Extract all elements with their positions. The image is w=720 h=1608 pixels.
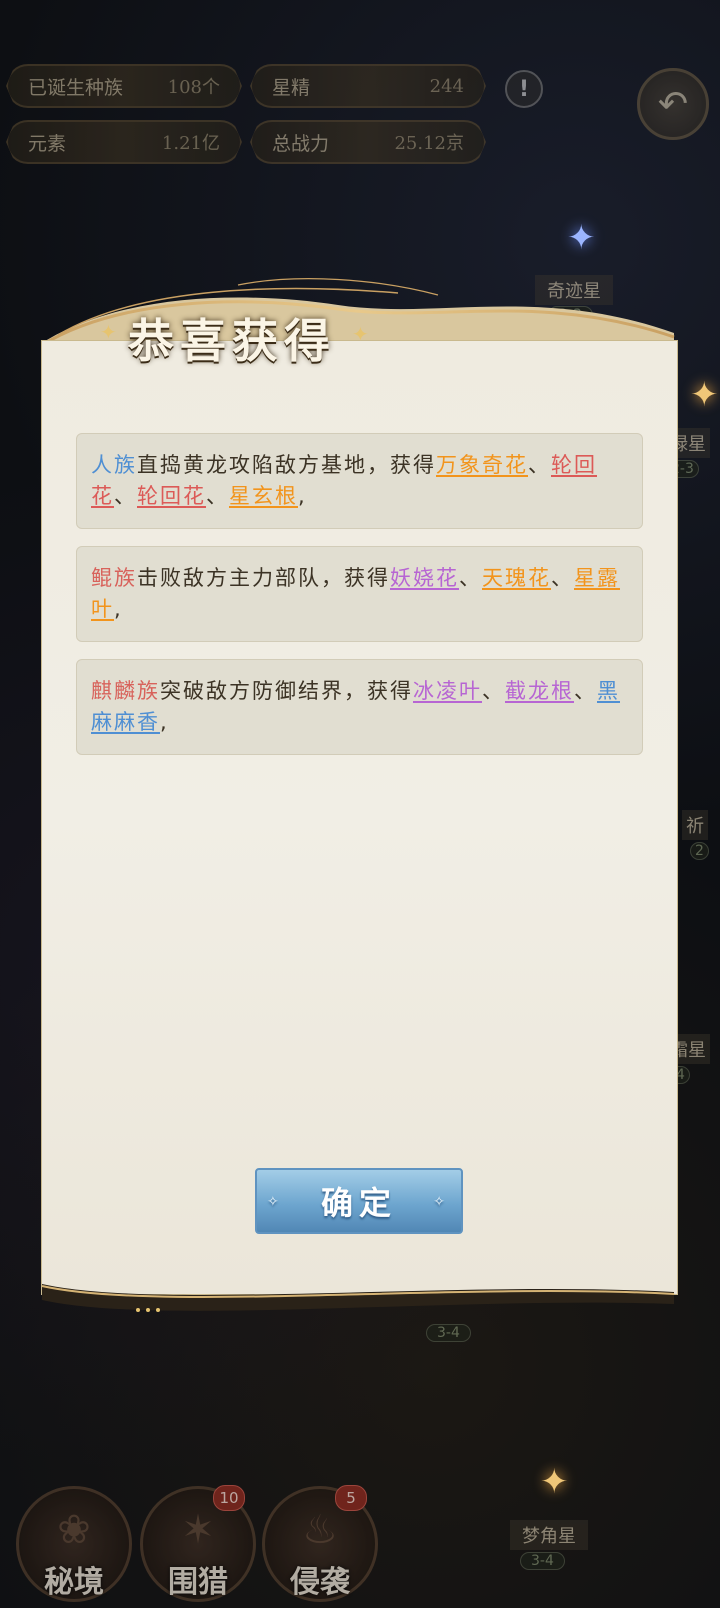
race-name: 人族 bbox=[91, 453, 137, 477]
separator: 、 bbox=[206, 484, 229, 508]
secret-realm-icon: ❀ bbox=[57, 1507, 91, 1553]
reward-message: 人族直捣黄龙攻陷敌方基地，获得万象奇花、轮回花、轮回花、星玄根, bbox=[76, 433, 643, 529]
reward-message: 鲲族击败敌方主力部队，获得妖娆花、天瑰花、星露叶, bbox=[76, 546, 643, 642]
stat-element: 元素 1.21亿 bbox=[6, 120, 242, 164]
sparkle-icon: ✧ bbox=[433, 1194, 451, 1210]
race-name: 麒麟族 bbox=[91, 679, 160, 703]
reward-item-link[interactable]: 轮回花 bbox=[137, 484, 206, 508]
reward-item-link[interactable]: 星玄根 bbox=[229, 484, 298, 508]
action-text: 突破敌方防御结界，获得 bbox=[160, 679, 413, 703]
reward-message: 麒麟族突破敌方防御结界，获得冰凌叶、截龙根、黑麻麻香, bbox=[76, 659, 643, 755]
hunt-icon: ✶ bbox=[181, 1507, 215, 1553]
notification-badge: 5 bbox=[335, 1485, 367, 1511]
reward-item-link[interactable]: 天瑰花 bbox=[482, 566, 551, 590]
stat-total-power-label: 总战力 bbox=[272, 132, 330, 155]
planet-star-icon: ✦ bbox=[690, 375, 719, 415]
nav-raid-button[interactable]: ♨ 侵袭 5 bbox=[262, 1485, 378, 1602]
sparkle-icon: ✧ bbox=[267, 1194, 285, 1210]
stat-star-essence-value: 244 bbox=[429, 75, 464, 97]
confirm-button[interactable]: ✧ 确定 ✧ bbox=[255, 1168, 463, 1234]
stat-races-value: 108个 bbox=[167, 77, 220, 98]
terminator: , bbox=[298, 484, 307, 508]
action-text: 直捣黄龙攻陷敌方基地，获得 bbox=[137, 453, 436, 477]
scroll-bottom-ornament bbox=[41, 1284, 675, 1312]
back-arrow-icon[interactable]: ↶ bbox=[637, 68, 709, 140]
stat-star-essence-label: 星精 bbox=[272, 76, 311, 99]
separator: 、 bbox=[114, 484, 137, 508]
nav-label: 秘境 bbox=[44, 1565, 104, 1600]
separator: 、 bbox=[551, 566, 574, 590]
stat-total-power: 总战力 25.12京 bbox=[250, 120, 486, 164]
reward-item-link[interactable]: 截龙根 bbox=[505, 679, 574, 703]
stat-races: 已诞生种族 108个 bbox=[6, 64, 242, 108]
terminator: , bbox=[160, 710, 169, 734]
separator: 、 bbox=[574, 679, 597, 703]
notification-badge: 10 bbox=[213, 1485, 245, 1511]
nav-secret-realm-button[interactable]: ❀ 秘境 bbox=[16, 1486, 132, 1602]
separator: 、 bbox=[528, 453, 551, 477]
stat-element-value: 1.21亿 bbox=[161, 133, 220, 154]
nav-label: 侵袭 bbox=[290, 1565, 350, 1600]
planet-star-icon: ✦ bbox=[540, 1462, 569, 1502]
dialog-title: 恭喜获得 bbox=[128, 314, 336, 368]
separator: 、 bbox=[482, 679, 505, 703]
nav-label: 围猎 bbox=[168, 1565, 228, 1600]
separator: 、 bbox=[459, 566, 482, 590]
confirm-label: 确定 bbox=[320, 1184, 397, 1222]
reward-item-link[interactable]: 万象奇花 bbox=[436, 453, 528, 477]
nav-hunt-button[interactable]: ✶ 围猎 10 bbox=[140, 1485, 256, 1602]
planet-level-badge: 3-4 bbox=[520, 1552, 565, 1570]
stat-element-label: 元素 bbox=[28, 132, 67, 155]
stat-star-essence: 星精 244 bbox=[250, 64, 486, 108]
raid-icon: ♨ bbox=[302, 1507, 338, 1553]
terminator: , bbox=[114, 597, 123, 621]
info-alert-icon[interactable]: ! bbox=[505, 70, 543, 108]
race-name: 鲲族 bbox=[91, 566, 137, 590]
planet-label[interactable]: 梦角星 bbox=[510, 1520, 588, 1550]
stat-total-power-value: 25.12京 bbox=[394, 133, 464, 154]
reward-item-link[interactable]: 冰凌叶 bbox=[413, 679, 482, 703]
stat-races-label: 已诞生种族 bbox=[28, 76, 124, 99]
reward-item-link[interactable]: 妖娆花 bbox=[390, 566, 459, 590]
sparkle-icon: ✦ bbox=[100, 320, 117, 344]
action-text: 击败敌方主力部队，获得 bbox=[137, 566, 390, 590]
sparkle-icon: ✦ bbox=[352, 322, 369, 346]
planet-label[interactable]: 祈 bbox=[682, 810, 708, 840]
planet-level-badge: 2 bbox=[690, 842, 709, 860]
planet-star-icon: ✦ bbox=[567, 218, 596, 258]
